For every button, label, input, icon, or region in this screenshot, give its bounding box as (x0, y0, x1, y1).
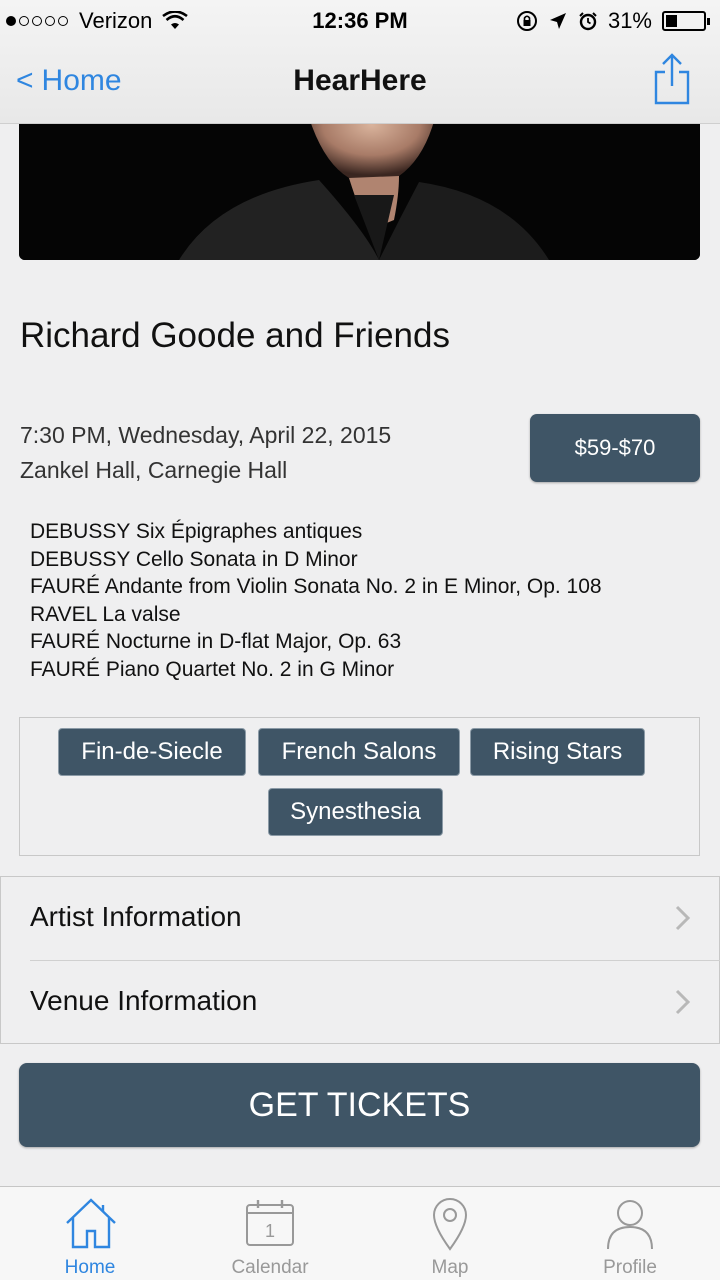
venue-information-row[interactable]: Venue Information (1, 961, 720, 1044)
status-bar: Verizon 12:36 PM 31% (0, 0, 720, 40)
profile-icon (607, 1200, 653, 1250)
page-title: HearHere (293, 64, 427, 97)
location-arrow-icon (549, 13, 566, 29)
tab-label: Calendar (231, 1257, 309, 1278)
top-chrome: Verizon 12:36 PM 31% < Home HearHere (0, 0, 720, 124)
rotation-lock-icon (516, 11, 537, 31)
event-datetime: 7:30 PM, Wednesday, April 22, 2015 (20, 422, 392, 448)
tab-label: Home (64, 1257, 116, 1278)
alarm-icon (579, 12, 597, 31)
tags-box: Fin-de-Siecle French Salons Rising Stars… (19, 717, 700, 856)
row-label: Venue Information (30, 985, 258, 1016)
calendar-icon: 1 (246, 1200, 294, 1246)
artist-photo (19, 100, 700, 260)
status-right: 31% (506, 8, 710, 34)
share-icon[interactable] (652, 52, 692, 106)
event-title: Richard Goode and Friends (20, 316, 450, 355)
artist-information-row[interactable]: Artist Information (1, 877, 720, 961)
program-item: FAURÉ Andante from Violin Sonata No. 2 i… (30, 575, 602, 598)
tag-button[interactable]: Rising Stars (470, 728, 645, 776)
tab-label: Map (431, 1257, 469, 1278)
program-item: RAVEL La valse (30, 602, 181, 626)
battery-icon (662, 11, 710, 31)
program-item: FAURÉ Nocturne in D-flat Major, Op. 63 (30, 630, 402, 653)
program-list: DEBUSSY Six Épigraphes antiques DEBUSSY … (30, 518, 602, 683)
price-button[interactable]: $59-$70 (530, 414, 700, 482)
battery-percent: 31% (607, 8, 652, 33)
row-label: Artist Information (30, 901, 242, 932)
info-list: Artist Information Venue Information (0, 876, 720, 1044)
chevron-right-icon (675, 905, 691, 931)
event-venue: Zankel Hall, Carnegie Hall (20, 457, 288, 483)
tab-profile[interactable]: Profile (540, 1187, 720, 1280)
tag-button[interactable]: Fin-de-Siecle (58, 728, 246, 776)
nav-bar: < Home HearHere (0, 40, 720, 124)
artist-photo-graphic (19, 100, 700, 260)
tab-home[interactable]: Home (0, 1187, 180, 1280)
calendar-day: 1 (265, 1221, 275, 1241)
battery-fill (666, 15, 677, 27)
home-icon (66, 1198, 116, 1249)
tab-map[interactable]: Map (360, 1187, 540, 1280)
tag-button[interactable]: Synesthesia (268, 788, 443, 836)
program-item: FAURÉ Piano Quartet No. 2 in G Minor (30, 657, 395, 681)
program-item: DEBUSSY Cello Sonata in D Minor (30, 547, 358, 571)
get-tickets-button[interactable]: GET TICKETS (19, 1063, 700, 1147)
tab-label: Profile (603, 1257, 657, 1278)
event-meta: 7:30 PM, Wednesday, April 22, 2015 Zanke… (20, 418, 391, 488)
chevron-right-icon (675, 989, 691, 1015)
program-item: DEBUSSY Six Épigraphes antiques (30, 520, 363, 543)
tag-button[interactable]: French Salons (258, 728, 460, 776)
tab-bar: Home 1 Calendar Map Profile (0, 1186, 720, 1280)
tab-calendar[interactable]: 1 Calendar (180, 1187, 360, 1280)
map-pin-icon (432, 1198, 468, 1251)
